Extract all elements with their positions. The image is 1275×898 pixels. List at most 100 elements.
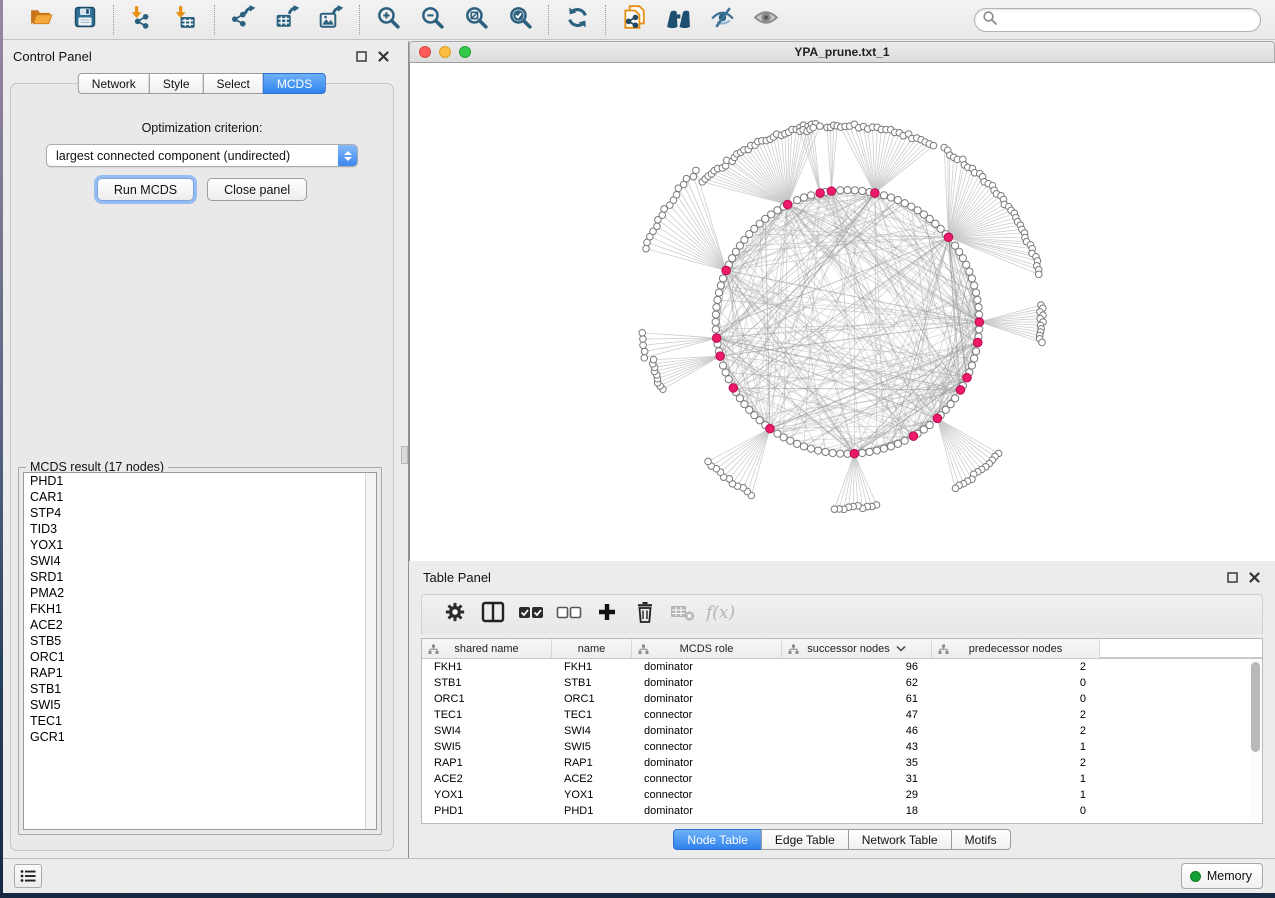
table-row[interactable]: YOX1YOX1connector291 (422, 787, 1262, 803)
graph-node[interactable] (712, 311, 719, 318)
graph-node[interactable] (887, 194, 894, 201)
graph-node[interactable] (972, 289, 979, 296)
graph-node[interactable] (851, 187, 858, 194)
mcds-result-item[interactable]: STP4 (24, 505, 376, 521)
graph-node[interactable] (810, 124, 817, 131)
graph-node[interactable] (829, 449, 836, 456)
graph-node[interactable] (800, 194, 807, 201)
graph-node[interactable] (800, 443, 807, 450)
graph-hub-node[interactable] (716, 352, 725, 361)
mcds-result-item[interactable]: FKH1 (24, 601, 376, 617)
graph-hub-node[interactable] (973, 338, 982, 347)
graph-node[interactable] (713, 304, 720, 311)
mcds-result-item[interactable]: RAP1 (24, 665, 376, 681)
table-row[interactable]: ORC1ORC1dominator610 (422, 691, 1262, 707)
graph-node[interactable] (894, 440, 901, 447)
graph-hub-node[interactable] (933, 414, 942, 423)
table-row[interactable]: FKH1FKH1dominator962 (422, 659, 1262, 675)
open-file-button[interactable] (26, 5, 56, 35)
graph-node[interactable] (719, 362, 726, 369)
table-scrollbar-thumb[interactable] (1251, 662, 1260, 752)
mcds-result-item[interactable]: GCR1 (24, 729, 376, 745)
graph-node[interactable] (972, 348, 979, 355)
mcds-result-item[interactable]: STB1 (24, 681, 376, 697)
tab-node-table[interactable]: Node Table (673, 829, 762, 850)
mcds-result-item[interactable]: ORC1 (24, 649, 376, 665)
table-row[interactable]: SWI4SWI4dominator462 (422, 723, 1262, 739)
graph-node[interactable] (1039, 339, 1046, 346)
graph-hub-node[interactable] (871, 189, 880, 198)
mcds-list-scrollbar[interactable] (365, 473, 376, 829)
table-row[interactable]: STB1STB1dominator620 (422, 675, 1262, 691)
graph-node[interactable] (976, 326, 983, 333)
graph-node[interactable] (880, 192, 887, 199)
export-network-button[interactable] (228, 5, 258, 35)
export-image-button[interactable] (316, 5, 346, 35)
save-session-button[interactable] (70, 5, 100, 35)
graph-node[interactable] (1035, 271, 1042, 278)
graph-node[interactable] (793, 440, 800, 447)
graph-node[interactable] (815, 447, 822, 454)
graph-node[interactable] (640, 336, 647, 343)
network-graph-svg[interactable] (410, 63, 1275, 561)
deselect-all-button[interactable] (550, 600, 588, 630)
search-input[interactable] (998, 11, 1260, 29)
graph-node[interactable] (975, 304, 982, 311)
graph-node[interactable] (887, 443, 894, 450)
status-menu-button[interactable] (14, 864, 42, 888)
table-row[interactable]: ACE2ACE2connector311 (422, 771, 1262, 787)
criterion-dropdown[interactable]: largest connected component (undirected) (46, 144, 358, 167)
vertical-splitter[interactable] (400, 41, 409, 858)
graph-hub-node[interactable] (963, 373, 972, 382)
graph-node[interactable] (683, 175, 690, 182)
graph-node[interactable] (880, 445, 887, 452)
import-table-button[interactable] (171, 5, 201, 35)
graph-node[interactable] (968, 275, 975, 282)
binoculars-button[interactable] (663, 5, 693, 35)
graph-node[interactable] (930, 142, 937, 149)
graph-node[interactable] (722, 369, 729, 376)
graph-node[interactable] (952, 485, 959, 492)
tab-network[interactable]: Network (78, 73, 150, 94)
graph-node[interactable] (976, 311, 983, 318)
graph-node[interactable] (774, 430, 781, 437)
graph-node[interactable] (807, 192, 814, 199)
mcds-result-item[interactable]: STB5 (24, 633, 376, 649)
graph-node[interactable] (690, 173, 697, 180)
graph-hub-node[interactable] (729, 384, 738, 393)
network-canvas[interactable] (409, 63, 1275, 561)
graph-node[interactable] (650, 356, 657, 363)
graph-node[interactable] (719, 275, 726, 282)
column-header-MCDS-role[interactable]: MCDS role (632, 639, 782, 658)
graph-node[interactable] (639, 329, 646, 336)
table-row[interactable]: PHD1PHD1dominator180 (422, 803, 1262, 819)
graph-node[interactable] (968, 362, 975, 369)
table-row[interactable]: SWI5SWI5connector431 (422, 739, 1262, 755)
graph-node[interactable] (693, 167, 700, 174)
graph-node[interactable] (673, 191, 680, 198)
eye-slash-button[interactable] (707, 5, 737, 35)
graph-node[interactable] (963, 261, 970, 268)
network-window-titlebar[interactable]: YPA_prune.txt_1 (409, 41, 1275, 63)
graph-hub-node[interactable] (816, 189, 825, 198)
mcds-result-item[interactable]: SWI5 (24, 697, 376, 713)
mcds-result-item[interactable]: PMA2 (24, 585, 376, 601)
graph-hub-node[interactable] (944, 233, 953, 242)
columns-button[interactable] (474, 600, 512, 630)
column-header-shared-name[interactable]: shared name (422, 639, 552, 658)
graph-node[interactable] (974, 296, 981, 303)
zoom-in-button[interactable] (373, 5, 403, 35)
memory-button[interactable]: Memory (1181, 863, 1263, 889)
graph-hub-node[interactable] (850, 449, 859, 458)
tab-edge-table[interactable]: Edge Table (761, 829, 849, 850)
table-scrollbar[interactable] (1250, 660, 1261, 822)
graph-node[interactable] (641, 348, 648, 355)
graph-node[interactable] (971, 355, 978, 362)
graph-node[interactable] (787, 437, 794, 444)
delete-column-button[interactable] (626, 600, 664, 630)
graph-node[interactable] (712, 326, 719, 333)
graph-node[interactable] (714, 296, 721, 303)
graph-node[interactable] (793, 197, 800, 204)
graph-hub-node[interactable] (909, 432, 918, 441)
mcds-result-item[interactable]: ACE2 (24, 617, 376, 633)
